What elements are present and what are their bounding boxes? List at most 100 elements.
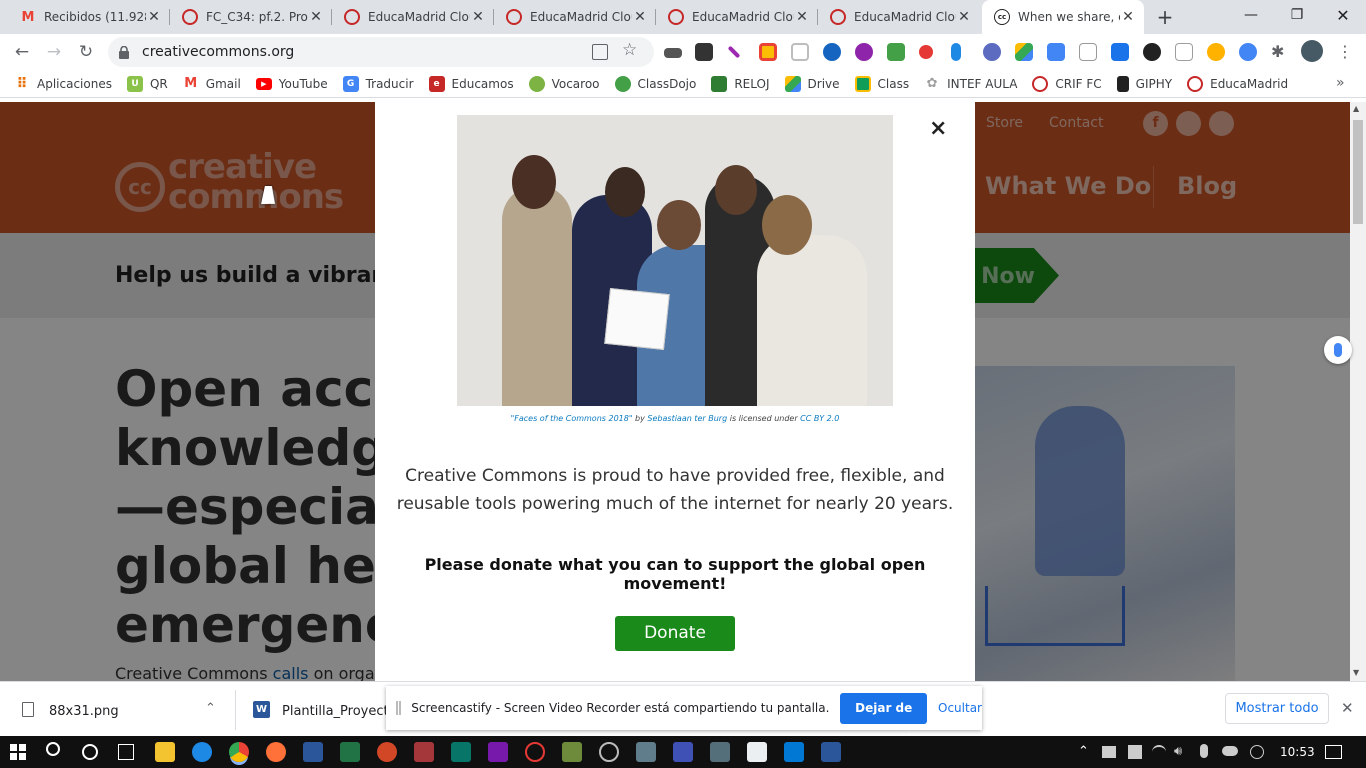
microphone-extension-icon[interactable] — [951, 43, 961, 61]
show-all-button[interactable]: Mostrar todo — [1225, 693, 1329, 724]
tab-gmail[interactable]: M Recibidos (11.928) ✕ — [8, 0, 170, 34]
screencastify-icon[interactable] — [919, 45, 933, 59]
bookmark-traducir[interactable]: G Traducir — [342, 75, 414, 92]
app-icon[interactable] — [525, 742, 545, 762]
extension-icon[interactable] — [791, 43, 809, 61]
app-icon[interactable] — [710, 742, 730, 762]
mail-icon[interactable] — [784, 742, 804, 762]
drive-extension-icon[interactable] — [1015, 43, 1033, 61]
close-tab-icon[interactable]: ✕ — [956, 9, 972, 25]
app-icon[interactable] — [673, 742, 693, 762]
party-extension-icon[interactable] — [1207, 43, 1225, 61]
windows-start-icon[interactable] — [10, 744, 26, 760]
address-bar[interactable]: creativecommons.org ☆ — [108, 37, 654, 67]
menu-dots-icon[interactable]: ⋮ — [1336, 43, 1354, 61]
close-window-button[interactable]: ✕ — [1320, 0, 1366, 30]
download-item-88x31[interactable]: 88x31.png — [49, 704, 119, 719]
extension-new-icon[interactable] — [695, 43, 713, 61]
tab-educamadrid-cloud-4[interactable]: EducaMadrid Clou ✕ — [818, 0, 980, 34]
pen-icon[interactable] — [1250, 745, 1264, 759]
bookmark-classdojo[interactable]: ClassDojo — [614, 75, 696, 92]
license-link[interactable]: CC BY 2.0 — [800, 414, 839, 423]
extension-icon[interactable] — [823, 43, 841, 61]
bookmark-reloj[interactable]: RELOJ — [711, 75, 770, 92]
word-icon[interactable] — [303, 742, 323, 762]
extension-icon[interactable] — [1143, 43, 1161, 61]
stop-sharing-button[interactable]: Dejar de compartir — [840, 692, 928, 746]
calculator-icon[interactable] — [636, 742, 656, 762]
app-icon[interactable] — [747, 742, 767, 762]
access-icon[interactable] — [414, 742, 434, 762]
tab-fc-c34[interactable]: FC_C34: pf.2. Proye ✕ — [170, 0, 332, 34]
battery-icon[interactable] — [1102, 746, 1116, 758]
forward-button[interactable]: → — [42, 40, 66, 64]
bookmark-drive[interactable]: Drive — [784, 75, 840, 92]
dropbox-icon[interactable] — [1128, 745, 1142, 759]
extension-icon[interactable] — [1111, 43, 1129, 61]
bookmark-youtube[interactable]: ▶ YouTube — [255, 77, 328, 91]
chevron-up-icon[interactable]: ⌃ — [205, 701, 216, 716]
bookmark-class[interactable]: Class — [854, 75, 909, 92]
word-document-icon[interactable] — [821, 742, 841, 762]
chrome-icon[interactable] — [229, 742, 249, 762]
wifi-icon[interactable] — [1152, 745, 1166, 759]
file-extension-icon[interactable] — [1175, 43, 1193, 61]
photo-author-link[interactable]: Sebastiaan ter Burg — [647, 414, 727, 423]
translate-page-icon[interactable] — [592, 44, 608, 60]
translate-extension-icon[interactable] — [1047, 43, 1065, 61]
pen-extension-icon[interactable] — [727, 45, 741, 59]
bookmark-aplicaciones[interactable]: ⠿ Aplicaciones — [14, 76, 112, 92]
puzzle-extensions-icon[interactable]: ✱ — [1271, 43, 1289, 61]
publisher-icon[interactable] — [451, 742, 471, 762]
clock[interactable]: 10:53 — [1280, 745, 1315, 759]
bookmark-qr[interactable]: U QR — [126, 75, 168, 92]
close-tab-icon[interactable]: ✕ — [470, 9, 486, 25]
close-tab-icon[interactable]: ✕ — [794, 9, 810, 25]
page-scrollbar[interactable]: ▲ ▼ — [1350, 102, 1366, 681]
extension-icon[interactable] — [1239, 43, 1257, 61]
bookmark-intef-aula[interactable]: ✿ INTEF AULA — [924, 76, 1018, 92]
cortana-icon[interactable] — [82, 744, 98, 760]
bookmark-vocaroo[interactable]: Vocaroo — [528, 75, 600, 92]
extension-icon[interactable] — [1079, 43, 1097, 61]
extension-icon[interactable] — [664, 48, 682, 58]
scroll-down-arrow-icon[interactable]: ▼ — [1353, 668, 1359, 677]
bookmark-educamos[interactable]: e Educamos — [428, 75, 514, 92]
tab-educamadrid-cloud-2[interactable]: EducaMadrid Clou ✕ — [494, 0, 656, 34]
edge-icon[interactable] — [192, 742, 212, 762]
donate-button[interactable]: Donate — [615, 616, 735, 651]
close-tab-icon[interactable]: ✕ — [308, 9, 324, 25]
file-explorer-icon[interactable] — [155, 742, 175, 762]
close-downloads-icon[interactable]: ✕ — [1341, 699, 1354, 717]
bookmark-giphy[interactable]: GIPHY — [1116, 75, 1172, 92]
photo-title-link[interactable]: "Faces of the Commons 2018" — [511, 414, 633, 423]
more-bookmarks-icon[interactable]: » — [1336, 75, 1345, 91]
tab-educamadrid-cloud-3[interactable]: EducaMadrid Clou ✕ — [656, 0, 818, 34]
excel-icon[interactable] — [340, 742, 360, 762]
bookmark-educamadrid[interactable]: EducaMadrid — [1187, 75, 1288, 92]
extension-icon[interactable] — [855, 43, 873, 61]
bookmark-gmail[interactable]: M Gmail — [183, 76, 240, 92]
back-button[interactable]: ← — [10, 40, 34, 64]
close-tab-icon[interactable]: ✕ — [632, 9, 648, 25]
shield-extension-icon[interactable] — [759, 43, 777, 61]
minimize-button[interactable]: — — [1228, 0, 1274, 30]
onenote-icon[interactable] — [488, 742, 508, 762]
reload-button[interactable]: ↻ — [74, 40, 98, 64]
powerpoint-icon[interactable] — [377, 742, 397, 762]
restore-button[interactable]: ❐ — [1274, 0, 1320, 30]
scroll-up-arrow-icon[interactable]: ▲ — [1353, 104, 1359, 113]
voice-mic-icon[interactable] — [1324, 336, 1352, 364]
drag-handle-icon[interactable] — [396, 701, 402, 715]
close-tab-icon[interactable]: ✕ — [1120, 9, 1136, 25]
modal-close-button[interactable]: × — [929, 116, 947, 141]
app-icon[interactable] — [599, 742, 619, 762]
app-icon[interactable] — [562, 742, 582, 762]
volume-icon[interactable]: 🔊︎ — [1174, 744, 1182, 759]
tab-educamadrid-cloud-1[interactable]: EducaMadrid Clou ✕ — [332, 0, 494, 34]
hide-notice-button[interactable]: Ocultar — [938, 701, 982, 715]
extension-icon[interactable] — [887, 43, 905, 61]
profile-avatar[interactable] — [1301, 40, 1323, 62]
tray-chevron-icon[interactable]: ⌃ — [1078, 744, 1089, 759]
onedrive-icon[interactable] — [1222, 746, 1238, 756]
